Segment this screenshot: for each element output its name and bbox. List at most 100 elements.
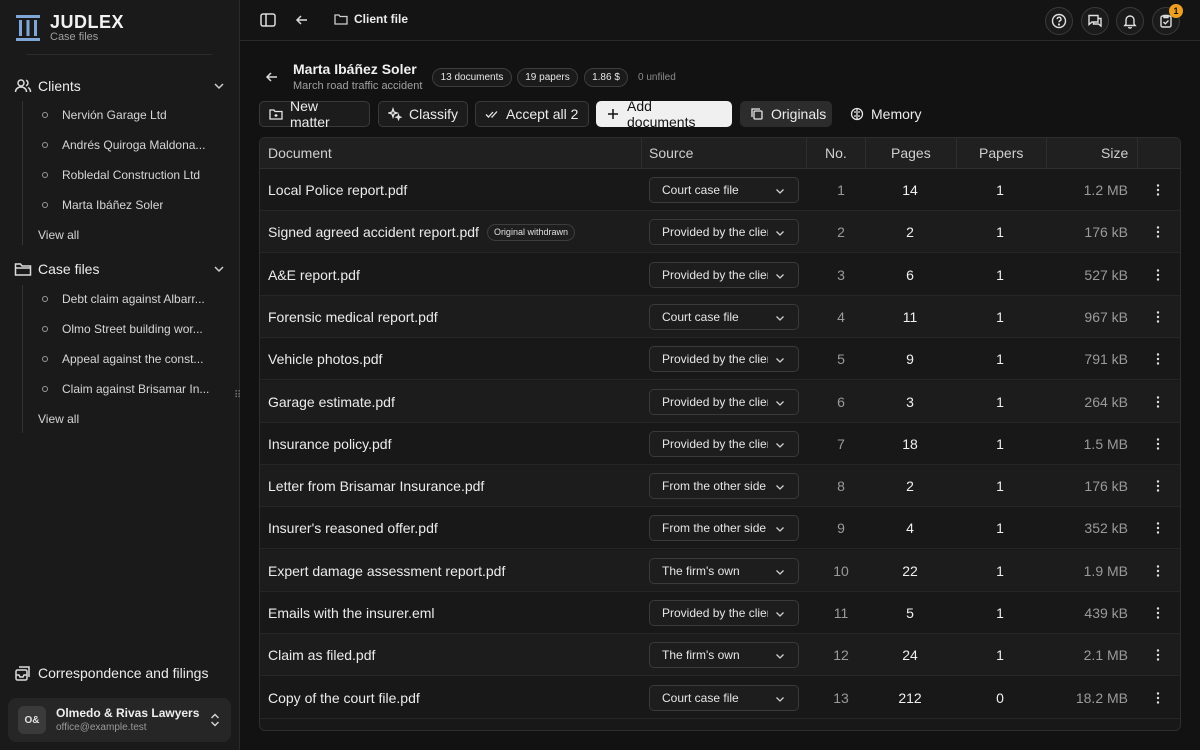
table-row[interactable]: Copy of the court file.pdf Court case fi…	[260, 677, 1180, 719]
sidebar-case-file-item[interactable]: Appeal against the const...	[40, 348, 220, 370]
document-name: Signed agreed accident report.pdf	[268, 224, 479, 241]
documents-count-badge: 13 documents	[432, 68, 512, 87]
source-select[interactable]: Provided by the client	[649, 388, 799, 415]
document-name-cell[interactable]: Garage estimate.pdf	[268, 381, 395, 423]
column-header-pages[interactable]: Pages	[891, 138, 931, 169]
table-row[interactable]: Emails with the insurer.eml Provided by …	[260, 592, 1180, 634]
brand[interactable]: JUDLEX Case files	[14, 12, 124, 44]
document-name-cell[interactable]: Forensic medical report.pdf	[268, 296, 438, 338]
document-name-cell[interactable]: Vehicle photos.pdf	[268, 338, 382, 380]
pages-count: 212	[898, 689, 922, 706]
sidebar-client-item[interactable]: Nervión Garage Ltd	[40, 104, 220, 126]
back-button[interactable]	[292, 10, 312, 30]
column-header-no[interactable]: No.	[825, 138, 847, 169]
source-select[interactable]: The firm's own	[649, 642, 799, 669]
more-vertical-icon	[1156, 268, 1160, 281]
case-files-section-toggle[interactable]: Case files	[14, 257, 226, 281]
memory-button[interactable]: Memory	[840, 101, 930, 127]
source-select[interactable]: Court case file	[649, 684, 799, 711]
source-select[interactable]: Provided by the client	[649, 261, 799, 288]
row-menu-button[interactable]	[1150, 267, 1166, 283]
document-name-cell[interactable]: Letter from Brisamar Insurance.pdf	[268, 465, 484, 507]
document-name-cell[interactable]: Emails with the insurer.eml	[268, 592, 435, 634]
row-menu-button[interactable]	[1150, 436, 1166, 452]
column-header-document[interactable]: Document	[268, 138, 332, 169]
table-row[interactable]: Claim as filed.pdf The firm's own 12 24 …	[260, 634, 1180, 677]
row-menu-button[interactable]	[1150, 182, 1166, 198]
table-header: Document Source No. Pages Papers Size	[260, 138, 1180, 169]
papers-count: 1	[996, 266, 1004, 283]
row-menu-button[interactable]	[1150, 478, 1166, 494]
row-menu-button[interactable]	[1150, 690, 1166, 706]
column-header-size[interactable]: Size	[1101, 138, 1128, 169]
table-row[interactable]: A&E report.pdf Provided by the client 3 …	[260, 254, 1180, 296]
source-select[interactable]: Court case file	[649, 303, 799, 330]
account-switcher[interactable]: O& Olmedo & Rivas Lawyers office@example…	[8, 698, 231, 742]
row-menu-button[interactable]	[1150, 309, 1166, 325]
notifications-button[interactable]	[1116, 7, 1144, 35]
document-name-cell[interactable]: Claim as filed.pdf	[268, 634, 375, 676]
more-vertical-icon	[1156, 480, 1160, 492]
sidebar-client-item[interactable]: Marta Ibáñez Soler	[40, 194, 220, 216]
row-menu-button[interactable]	[1150, 563, 1166, 579]
row-menu-button[interactable]	[1150, 394, 1166, 410]
row-menu-button[interactable]	[1150, 647, 1166, 663]
source-select[interactable]: Provided by the client	[649, 219, 799, 246]
papers-count-badge: 19 papers	[517, 68, 578, 87]
table-row[interactable]: Expert damage assessment report.pdf The …	[260, 549, 1180, 592]
row-menu-button[interactable]	[1150, 520, 1166, 536]
document-name-cell[interactable]: A&E report.pdf	[268, 254, 360, 296]
clients-section-toggle[interactable]: Clients	[14, 74, 226, 98]
case-files-view-all-link[interactable]: View all	[38, 412, 79, 426]
table-row[interactable]: Insurer's reasoned offer.pdf From the ot…	[260, 507, 1180, 550]
table-row[interactable]: Insurance policy.pdf Provided by the cli…	[260, 423, 1180, 465]
tasks-button[interactable]: 1	[1152, 4, 1183, 35]
correspondence-label: Correspondence and filings	[38, 665, 209, 681]
document-number: 2	[837, 224, 845, 241]
correspondence-nav-item[interactable]: Correspondence and filings	[14, 664, 208, 682]
source-select[interactable]: Provided by the client	[649, 600, 799, 626]
table-row[interactable]: Signed agreed accident report.pdf Origina…	[260, 211, 1180, 254]
document-name-cell[interactable]: Copy of the court file.pdf	[268, 677, 420, 719]
source-select[interactable]: Provided by the client	[649, 346, 799, 373]
add-documents-button[interactable]: Add documents	[596, 98, 732, 130]
source-select[interactable]: From the other side	[649, 473, 799, 500]
document-name-cell[interactable]: Insurance policy.pdf	[268, 423, 391, 465]
source-select[interactable]: From the other side	[649, 515, 799, 542]
originals-button[interactable]: Originals	[740, 101, 832, 127]
copy-icon	[750, 107, 764, 121]
table-row[interactable]: Local Police report.pdf Court case file …	[260, 169, 1180, 211]
table-row[interactable]: Forensic medical report.pdf Court case f…	[260, 295, 1180, 338]
source-select[interactable]: Court case file	[649, 177, 799, 203]
help-button[interactable]	[1045, 7, 1073, 35]
messages-button[interactable]	[1081, 7, 1109, 35]
sidebar-case-file-item[interactable]: Olmo Street building wor...	[40, 318, 220, 340]
document-name-cell[interactable]: Expert damage assessment report.pdf	[268, 550, 505, 592]
resize-handle-icon[interactable]: ⠿	[234, 389, 242, 403]
client-back-button[interactable]	[264, 69, 280, 85]
table-row[interactable]: Vehicle photos.pdf Provided by the clien…	[260, 338, 1180, 381]
sidebar-client-item[interactable]: Andrés Quiroga Maldona...	[40, 134, 220, 156]
papers-count: 1	[996, 393, 1004, 410]
source-select[interactable]: Provided by the client	[649, 430, 799, 457]
new-matter-button[interactable]: New matter	[259, 98, 370, 130]
column-header-papers[interactable]: Papers	[979, 138, 1023, 169]
clients-view-all-link[interactable]: View all	[38, 228, 79, 242]
document-name-cell[interactable]: Signed agreed accident report.pdf Origina…	[268, 211, 575, 253]
toggle-sidebar-button[interactable]	[258, 10, 278, 30]
row-menu-button[interactable]	[1150, 224, 1166, 240]
table-row[interactable]: Garage estimate.pdf Provided by the clie…	[260, 380, 1180, 423]
sidebar-case-file-item[interactable]: Claim against Brisamar In...	[40, 378, 220, 400]
document-name-cell[interactable]: Insurer's reasoned offer.pdf	[268, 507, 438, 549]
sidebar-case-file-item[interactable]: Debt claim against Albarr...	[40, 288, 220, 310]
sidebar-client-item[interactable]: Robledal Construction Ltd	[40, 164, 220, 186]
row-menu-button[interactable]	[1150, 351, 1166, 367]
row-menu-button[interactable]	[1150, 605, 1166, 621]
table-row[interactable]: Letter from Brisamar Insurance.pdf From …	[260, 465, 1180, 508]
column-header-source[interactable]: Source	[649, 138, 693, 169]
avatar: O&	[18, 706, 46, 734]
source-select[interactable]: The firm's own	[649, 557, 799, 584]
document-name-cell[interactable]: Local Police report.pdf	[268, 169, 407, 211]
accept-all-button[interactable]: Accept all 2	[475, 101, 589, 127]
classify-button[interactable]: Classify	[378, 101, 468, 127]
